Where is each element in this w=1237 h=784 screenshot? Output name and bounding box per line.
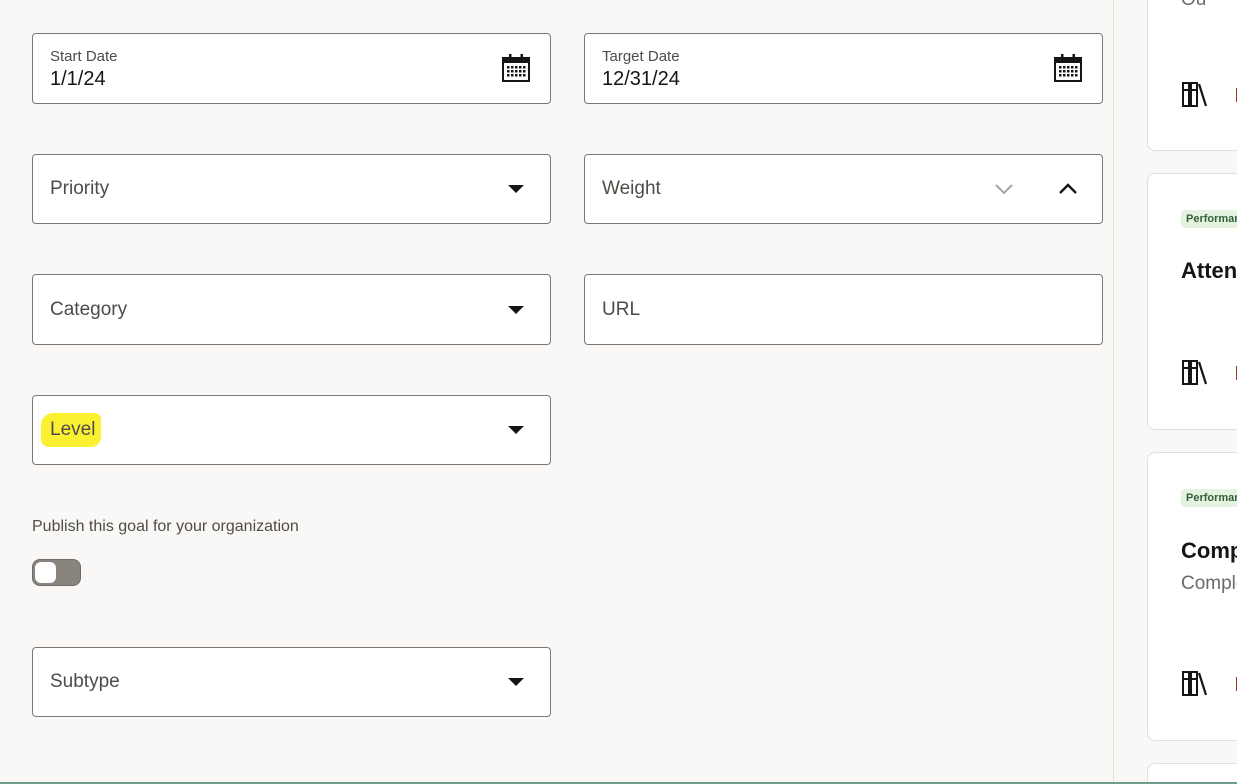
level-select[interactable]: Level: [32, 395, 551, 465]
chevron-down-icon[interactable]: [993, 178, 1015, 200]
category-placeholder: Category: [50, 298, 128, 320]
start-date-label: Start Date: [50, 48, 118, 65]
priority-select[interactable]: Priority: [32, 154, 551, 224]
calendar-icon[interactable]: [501, 53, 531, 83]
subtype-select[interactable]: Subtype: [32, 647, 551, 717]
goal-card[interactable]: Performan Comp Comple: [1147, 452, 1237, 741]
goal-library-panel: Ou Performan Atten Performan Comp Comple: [1114, 0, 1237, 784]
library-icon[interactable]: [1181, 669, 1209, 697]
target-date-label: Target Date: [602, 48, 680, 65]
calendar-icon[interactable]: [1053, 53, 1083, 83]
priority-placeholder: Priority: [50, 178, 110, 199]
chevron-up-icon[interactable]: [1057, 178, 1079, 200]
caret-down-icon[interactable]: [508, 678, 524, 686]
caret-down-icon[interactable]: [508, 426, 524, 434]
caret-down-icon[interactable]: [508, 305, 524, 314]
publish-label: Publish this goal for your organization: [32, 518, 299, 535]
category-badge: Performan: [1181, 489, 1237, 507]
category-badge: Performan: [1181, 210, 1237, 228]
goal-form: Start Date 1/1/24 Target Date 12/31/24 P…: [0, 0, 1113, 784]
library-icon[interactable]: [1181, 358, 1209, 386]
caret-down-icon[interactable]: [508, 185, 524, 193]
goal-card-title: Comp: [1181, 538, 1237, 563]
url-placeholder: URL: [602, 298, 641, 320]
level-placeholder: Level: [41, 413, 102, 447]
publish-toggle[interactable]: [32, 559, 81, 586]
weight-placeholder: Weight: [602, 178, 661, 199]
goal-card-title: Atten: [1181, 258, 1237, 283]
category-select[interactable]: Category: [32, 274, 551, 345]
goal-card-description: Ou: [1181, 0, 1206, 11]
library-icon[interactable]: [1181, 80, 1209, 108]
target-date-field[interactable]: Target Date 12/31/24: [584, 33, 1103, 104]
target-date-value: 12/31/24: [602, 68, 680, 90]
goal-card[interactable]: [1147, 763, 1237, 784]
toggle-knob: [35, 562, 56, 583]
start-date-field[interactable]: Start Date 1/1/24: [32, 33, 551, 104]
goal-card[interactable]: Ou: [1147, 0, 1237, 151]
start-date-value: 1/1/24: [50, 68, 106, 90]
weight-stepper[interactable]: Weight: [584, 154, 1103, 224]
subtype-placeholder: Subtype: [50, 671, 120, 692]
goal-card[interactable]: Performan Atten: [1147, 173, 1237, 430]
goal-card-description: Comple: [1181, 573, 1237, 594]
url-input[interactable]: URL: [584, 274, 1103, 345]
